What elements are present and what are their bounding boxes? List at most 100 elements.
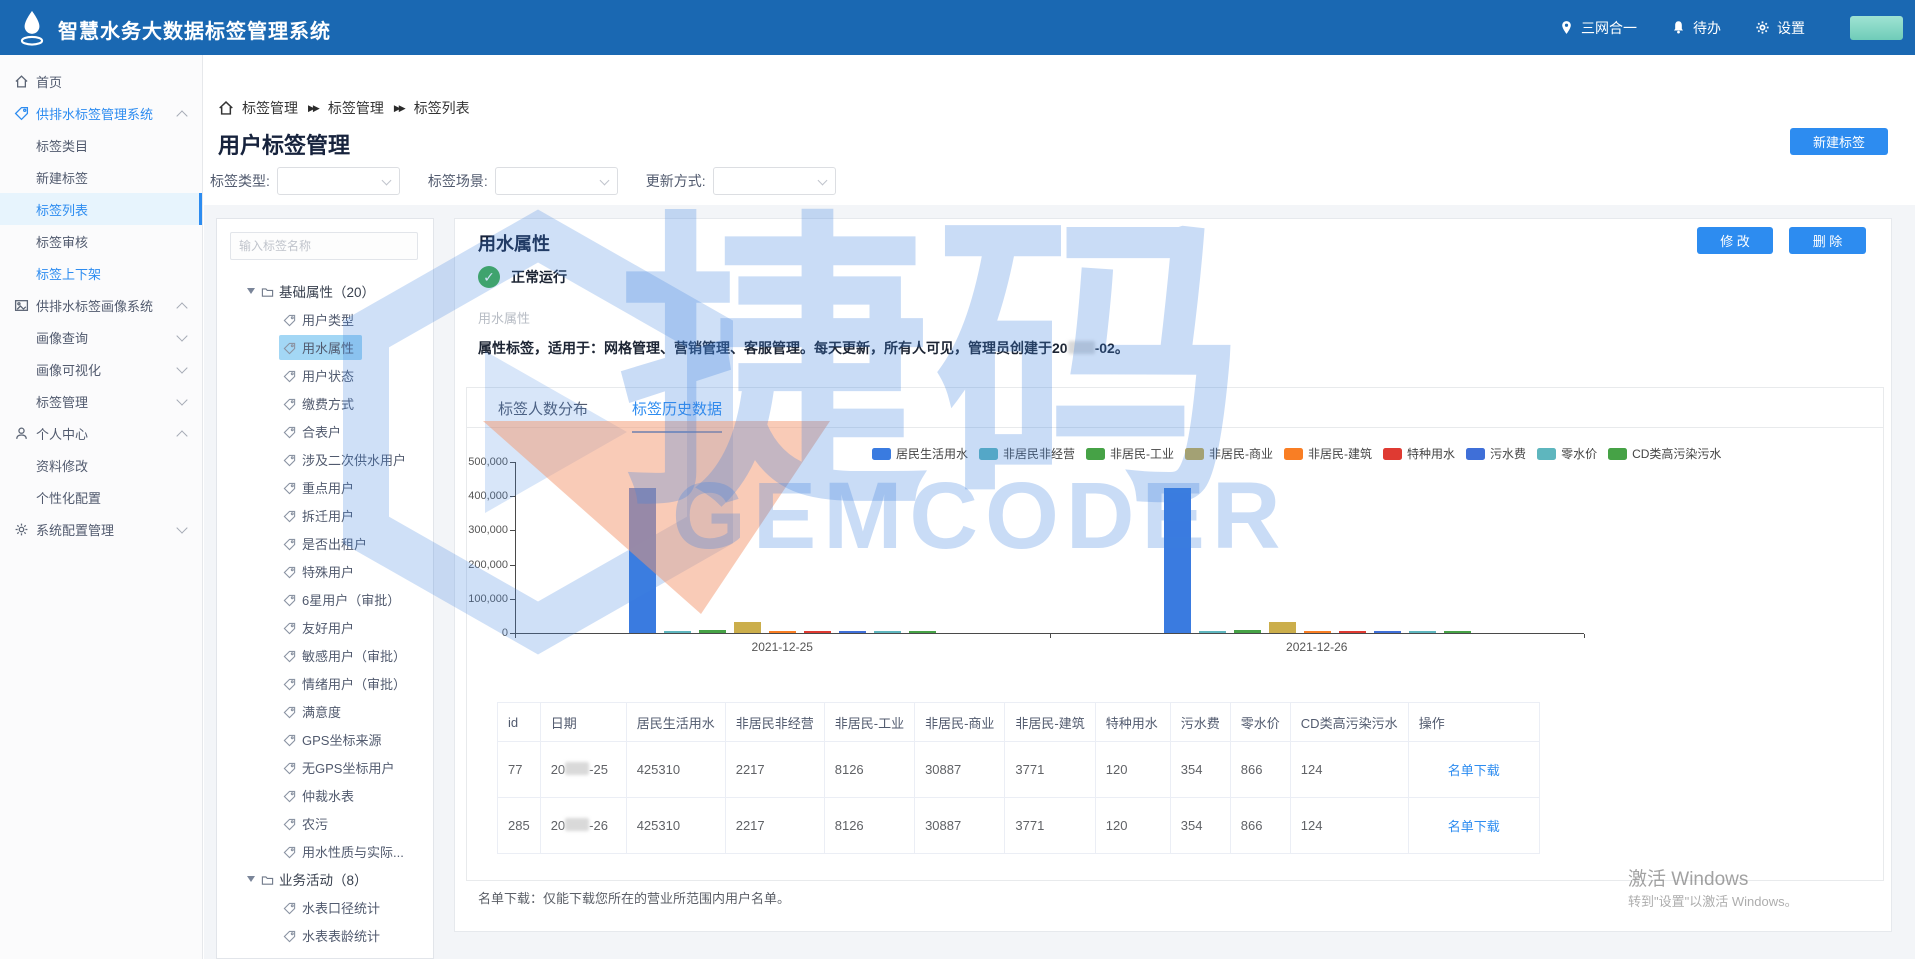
y-tick-label: 200,000 (466, 559, 508, 571)
tree-item[interactable]: 合表户 (217, 417, 433, 445)
legend-item[interactable]: 零水价 (1537, 445, 1597, 462)
label-tag-icon (283, 565, 296, 578)
status-row: ✓ 正常运行 (478, 266, 567, 288)
tree-item[interactable]: 拆迁用户 (217, 501, 433, 529)
cell-action: 名单下载 (1408, 798, 1539, 854)
tree-item[interactable]: 水表口径统计 (217, 893, 433, 921)
tree-group[interactable]: 基础属性（20） (217, 277, 433, 305)
label-title: 用水属性 (478, 230, 550, 256)
tree-item[interactable]: 重点用户 (217, 473, 433, 501)
table-header-cell: CD类高污染污水 (1290, 703, 1408, 742)
header-nav-location-pin[interactable]: 三网合一 (1559, 18, 1637, 38)
download-list-link[interactable]: 名单下载 (1448, 819, 1500, 834)
legend-swatch (1383, 448, 1402, 460)
sidebar-item[interactable]: 画像查询 (0, 321, 202, 353)
folder-icon (261, 285, 274, 298)
chart-bar (664, 631, 691, 633)
tree-item[interactable]: 水表表龄统计 (217, 921, 433, 949)
download-list-link[interactable]: 名单下载 (1448, 763, 1500, 778)
sidebar-item[interactable]: 个性化配置 (0, 481, 202, 513)
legend-swatch (1086, 448, 1105, 460)
tree-item[interactable]: 用水性质与实际... (217, 837, 433, 865)
tree-item[interactable]: 农污 (217, 809, 433, 837)
header-nav-bell[interactable]: 待办 (1671, 18, 1721, 38)
sidebar-item[interactable]: 标签上下架 (0, 257, 202, 289)
legend-item[interactable]: 非居民-建筑 (1284, 445, 1372, 462)
tree-item[interactable]: 用户… (217, 949, 433, 957)
legend-item[interactable]: 污水费 (1466, 445, 1526, 462)
sidebar-item[interactable]: 标签类目 (0, 129, 202, 161)
home-icon (14, 74, 29, 89)
breadcrumb-item[interactable]: 标签列表 (414, 98, 470, 118)
check-circle-icon: ✓ (478, 266, 500, 288)
user-badge[interactable] (1850, 16, 1903, 40)
tree-item[interactable]: 满意度 (217, 697, 433, 725)
chart-bar (1304, 631, 1331, 633)
label-type-select[interactable] (277, 167, 400, 195)
redacted-date (1068, 341, 1095, 354)
chevron-down-icon (176, 522, 187, 533)
tree-item[interactable]: 6星用户（审批） (217, 585, 433, 613)
edit-button[interactable]: 修 改 (1697, 227, 1773, 254)
sidebar-item[interactable]: 首页 (0, 65, 202, 97)
legend-swatch (1284, 448, 1303, 460)
sidebar-item[interactable]: 新建标签 (0, 161, 202, 193)
header-nav-gear[interactable]: 设置 (1755, 18, 1805, 38)
legend-swatch (1185, 448, 1204, 460)
tree-item[interactable]: 无GPS坐标用户 (217, 753, 433, 781)
label-tag-icon (283, 509, 296, 522)
sidebar-item[interactable]: 画像可视化 (0, 353, 202, 385)
tree-item[interactable]: 敏感用户（审批） (217, 641, 433, 669)
label-tag-icon (283, 537, 296, 550)
label-scene-select[interactable] (495, 167, 618, 195)
sidebar-item[interactable]: 供排水标签画像系统 (0, 289, 202, 321)
legend-item[interactable]: 非居民-商业 (1185, 445, 1273, 462)
tree-item[interactable]: 仲裁水表 (217, 781, 433, 809)
sidebar-item[interactable]: 标签列表 (0, 193, 202, 225)
tree-item[interactable]: 用户状态 (217, 361, 433, 389)
label-tag-icon (283, 649, 296, 662)
sidebar-item[interactable]: 个人中心 (0, 417, 202, 449)
cell-value: 2217 (725, 798, 824, 854)
legend-item[interactable]: 特种用水 (1383, 445, 1455, 462)
sidebar-item[interactable]: 资料修改 (0, 449, 202, 481)
y-tick-mark (510, 496, 515, 497)
chart-bar (1164, 488, 1191, 633)
home-icon (218, 100, 234, 116)
cell-value: 425310 (626, 798, 725, 854)
double-arrow-icon: ▶▶ (308, 103, 318, 114)
label-tag-icon (283, 817, 296, 830)
breadcrumb-item[interactable]: 标签管理 (328, 98, 384, 118)
sidebar-item[interactable]: 供排水标签管理系统 (0, 97, 202, 129)
update-mode-select[interactable] (713, 167, 836, 195)
legend-item[interactable]: CD类高污染污水 (1608, 445, 1721, 462)
legend-item[interactable]: 非居民-工业 (1086, 445, 1174, 462)
user-icon (14, 426, 29, 441)
new-label-button[interactable]: 新建标签 (1790, 128, 1888, 155)
tree-item[interactable]: 情绪用户（审批） (217, 669, 433, 697)
cell-id: 77 (498, 742, 541, 798)
cell-value: 2217 (725, 742, 824, 798)
tree-item[interactable]: 用水属性 (217, 333, 433, 361)
tree-item[interactable]: 是否出租户 (217, 529, 433, 557)
tree-search-input[interactable] (230, 232, 418, 260)
tree-item[interactable]: 涉及二次供水用户 (217, 445, 433, 473)
tree-item[interactable]: 特殊用户 (217, 557, 433, 585)
tree-item[interactable]: GPS坐标来源 (217, 725, 433, 753)
table-header-cell: 非居民非经营 (725, 703, 824, 742)
legend-item[interactable]: 非居民非经营 (979, 445, 1075, 462)
chart-bar (839, 631, 866, 633)
sidebar-item[interactable]: 标签审核 (0, 225, 202, 257)
delete-button[interactable]: 删 除 (1789, 227, 1866, 254)
tree-item[interactable]: 缴费方式 (217, 389, 433, 417)
table-row: 7720-25425310221781263088737711203548661… (498, 742, 1540, 798)
breadcrumb-item-home[interactable]: 标签管理 (218, 98, 298, 118)
tree-item[interactable]: 用户类型 (217, 305, 433, 333)
tree-group[interactable]: 业务活动（8） (217, 865, 433, 893)
sidebar-item[interactable]: 系统配置管理 (0, 513, 202, 545)
sidebar-item[interactable]: 标签管理 (0, 385, 202, 417)
cell-value: 8126 (824, 798, 914, 854)
legend-item[interactable]: 居民生活用水 (872, 445, 968, 462)
tree-item[interactable]: 友好用户 (217, 613, 433, 641)
cell-value: 120 (1095, 742, 1170, 798)
